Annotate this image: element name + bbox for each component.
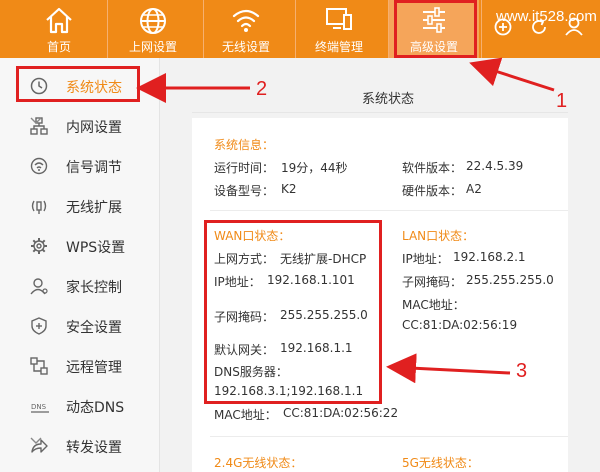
annotation-arrows [136, 57, 555, 384]
annotation-number-3: 3 [516, 360, 528, 382]
annotation-number-2: 2 [256, 78, 268, 100]
router-admin-page: 首页 上网设置 无线设置 终端管理 高级设置 www.it528.com 系统状… [0, 0, 600, 472]
annotation-number-1: 1 [556, 90, 568, 112]
